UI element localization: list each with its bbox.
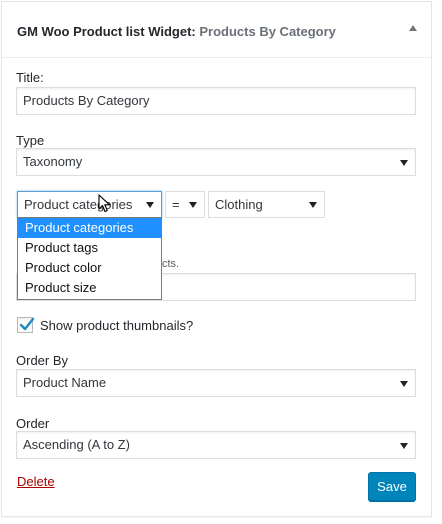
checkmark-icon <box>19 317 35 331</box>
operator-select[interactable]: = <box>165 191 205 218</box>
type-select[interactable]: Taxonomy <box>16 148 416 176</box>
chevron-down-icon <box>400 381 408 387</box>
chevron-down-icon <box>189 202 197 208</box>
widget-header[interactable]: GM Woo Product list Widget: Products By … <box>2 2 431 58</box>
widget-title: GM Woo Product list Widget: Products By … <box>17 24 336 39</box>
widget-instance-title: Products By Category <box>199 24 336 39</box>
taxonomy-dropdown-list: Product categories Product tags Product … <box>17 217 162 300</box>
order-select-value: Ascending (A to Z) <box>23 437 130 452</box>
type-select-value: Taxonomy <box>23 154 83 169</box>
chevron-down-icon <box>400 443 408 449</box>
orderby-select[interactable]: Product Name <box>16 369 416 397</box>
widget-title-text: GM Woo Product list Widget: <box>17 24 196 39</box>
delete-link[interactable]: Delete <box>17 474 55 489</box>
dropdown-option[interactable]: Product color <box>18 258 161 278</box>
dropdown-option[interactable]: Product categories <box>18 218 161 238</box>
thumbnails-checkbox[interactable] <box>17 317 35 333</box>
orderby-select-value: Product Name <box>23 375 107 390</box>
taxonomy-select-value: Product categories <box>24 197 133 212</box>
mouse-cursor-icon <box>98 194 111 213</box>
count-hint-text: cts. <box>162 258 180 270</box>
order-select[interactable]: Ascending (A to Z) <box>16 431 416 459</box>
chevron-down-icon <box>309 202 317 208</box>
dropdown-option[interactable]: Product tags <box>18 238 161 258</box>
term-select-value: Clothing <box>215 197 263 212</box>
thumbnails-label: Show product thumbnails? <box>40 318 194 333</box>
title-input[interactable]: Products By Category <box>16 87 416 115</box>
order-label: Order <box>16 416 50 431</box>
dropdown-option[interactable]: Product size <box>18 278 161 298</box>
title-label: Title: <box>16 70 44 85</box>
type-label: Type <box>16 133 45 148</box>
taxonomy-select[interactable]: Product categories <box>17 191 162 218</box>
operator-select-value: = <box>172 197 180 212</box>
orderby-label: Order By <box>16 353 69 368</box>
save-button[interactable]: Save <box>368 472 416 501</box>
collapse-arrow-icon[interactable] <box>409 25 417 31</box>
chevron-down-icon <box>146 202 154 208</box>
chevron-down-icon <box>400 160 408 166</box>
term-select[interactable]: Clothing <box>208 191 325 218</box>
